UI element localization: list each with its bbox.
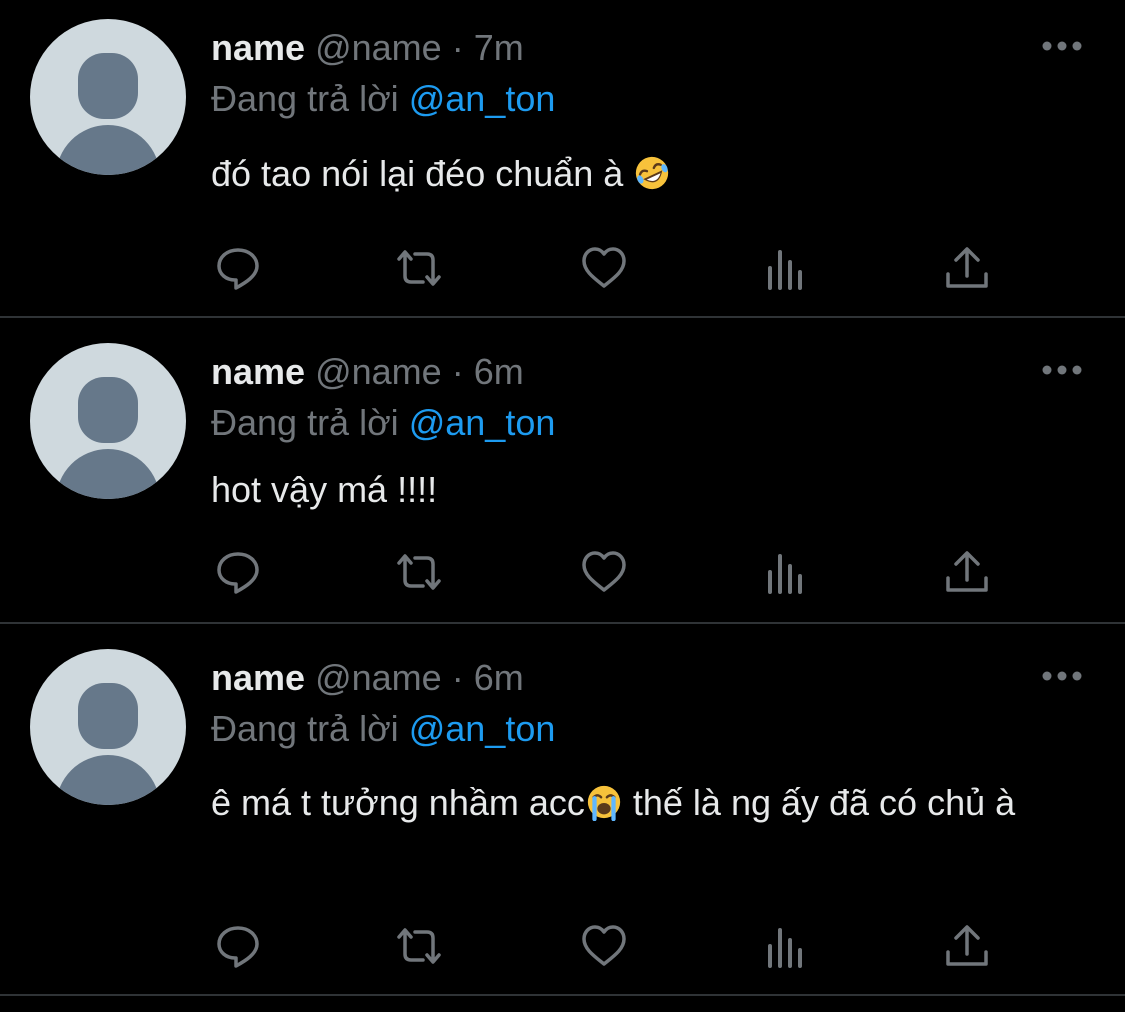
user-handle[interactable]: @name bbox=[315, 351, 442, 392]
avatar[interactable] bbox=[30, 343, 186, 499]
loudly-crying-face-emoji bbox=[587, 785, 621, 821]
like-button[interactable] bbox=[580, 548, 628, 596]
user-handle[interactable]: @name bbox=[315, 657, 442, 698]
reply-button[interactable] bbox=[214, 922, 262, 970]
views-button[interactable] bbox=[762, 922, 810, 970]
retweet-icon bbox=[397, 928, 441, 964]
tweet-2[interactable]: name @name · 6m Đang trả lời @an_ton hot… bbox=[0, 318, 1125, 622]
reply-mention-link[interactable]: @an_ton bbox=[409, 78, 556, 119]
more-options-icon[interactable] bbox=[1040, 669, 1084, 683]
tweet-text: hot vậy má !!!! bbox=[211, 465, 1071, 515]
timestamp[interactable]: 6m bbox=[474, 351, 524, 392]
reply-button[interactable] bbox=[214, 548, 262, 596]
separator-dot: · bbox=[451, 657, 464, 698]
tweet-divider bbox=[0, 994, 1125, 996]
separator-dot: · bbox=[451, 27, 464, 68]
timestamp[interactable]: 7m bbox=[474, 27, 524, 68]
avatar-body-shape bbox=[56, 755, 160, 805]
tweet-text: ê má t tưởng nhầm acc thế là ng ấy đã có… bbox=[211, 778, 1041, 828]
views-button[interactable] bbox=[762, 548, 810, 596]
like-icon bbox=[582, 925, 626, 966]
replying-to: Đang trả lời @an_ton bbox=[211, 401, 555, 445]
avatar-head-shape bbox=[78, 377, 138, 443]
share-button[interactable] bbox=[943, 548, 991, 596]
retweet-button[interactable] bbox=[395, 548, 443, 596]
display-name[interactable]: name bbox=[211, 351, 305, 392]
tweet-3[interactable]: name @name · 6m Đang trả lời @an_ton ê m… bbox=[0, 624, 1125, 994]
display-name[interactable]: name bbox=[211, 27, 305, 68]
tweet-text-body: đó tao nói lại đéo chuẩn à bbox=[211, 153, 624, 194]
avatar-body-shape bbox=[56, 125, 160, 175]
tweet-text-body: hot vậy má !!!! bbox=[211, 469, 438, 510]
more-options-icon[interactable] bbox=[1040, 363, 1084, 377]
display-name[interactable]: name bbox=[211, 657, 305, 698]
views-icon bbox=[768, 928, 802, 968]
tweet-header: name @name · 6m bbox=[211, 350, 524, 394]
replying-to-label: Đang trả lời bbox=[211, 708, 399, 749]
replying-to-label: Đang trả lời bbox=[211, 402, 399, 443]
share-button[interactable] bbox=[943, 922, 991, 970]
share-button[interactable] bbox=[943, 244, 991, 292]
share-icon bbox=[946, 925, 988, 966]
user-handle[interactable]: @name bbox=[315, 27, 442, 68]
views-icon bbox=[768, 554, 802, 594]
tweet-text-body: ê má t tưởng nhầm acc bbox=[211, 782, 585, 823]
replying-to: Đang trả lời @an_ton bbox=[211, 707, 555, 751]
like-icon bbox=[582, 551, 626, 592]
retweet-icon bbox=[397, 250, 441, 286]
like-button[interactable] bbox=[580, 244, 628, 292]
retweet-button[interactable] bbox=[395, 922, 443, 970]
reply-icon bbox=[217, 552, 259, 594]
separator-dot: · bbox=[451, 351, 464, 392]
avatar-head-shape bbox=[78, 683, 138, 749]
like-button[interactable] bbox=[580, 922, 628, 970]
reply-icon bbox=[217, 926, 259, 968]
like-icon bbox=[582, 247, 626, 288]
tweet-1[interactable]: name @name · 7m Đang trả lời @an_ton đó … bbox=[0, 0, 1125, 316]
avatar[interactable] bbox=[30, 649, 186, 805]
share-icon bbox=[946, 247, 988, 288]
share-icon bbox=[946, 551, 988, 592]
avatar[interactable] bbox=[30, 19, 186, 175]
views-icon bbox=[768, 250, 802, 290]
retweet-button[interactable] bbox=[395, 244, 443, 292]
avatar-body-shape bbox=[56, 449, 160, 499]
retweet-icon bbox=[397, 554, 441, 590]
tweet-text-continued: thế là ng ấy đã có chủ à bbox=[622, 782, 1016, 823]
tweet-text: đó tao nói lại đéo chuẩn à bbox=[211, 149, 1071, 199]
timestamp[interactable]: 6m bbox=[474, 657, 524, 698]
reply-mention-link[interactable]: @an_ton bbox=[409, 708, 556, 749]
replying-to-label: Đang trả lời bbox=[211, 78, 399, 119]
views-button[interactable] bbox=[762, 244, 810, 292]
reply-mention-link[interactable]: @an_ton bbox=[409, 402, 556, 443]
reply-icon bbox=[217, 248, 259, 290]
tweet-header: name @name · 7m bbox=[211, 26, 524, 70]
avatar-head-shape bbox=[78, 53, 138, 119]
rolling-on-floor-laughing-emoji bbox=[636, 156, 669, 190]
replying-to: Đang trả lời @an_ton bbox=[211, 77, 555, 121]
more-options-icon[interactable] bbox=[1040, 39, 1084, 53]
tweet-header: name @name · 6m bbox=[211, 656, 524, 700]
reply-button[interactable] bbox=[214, 244, 262, 292]
